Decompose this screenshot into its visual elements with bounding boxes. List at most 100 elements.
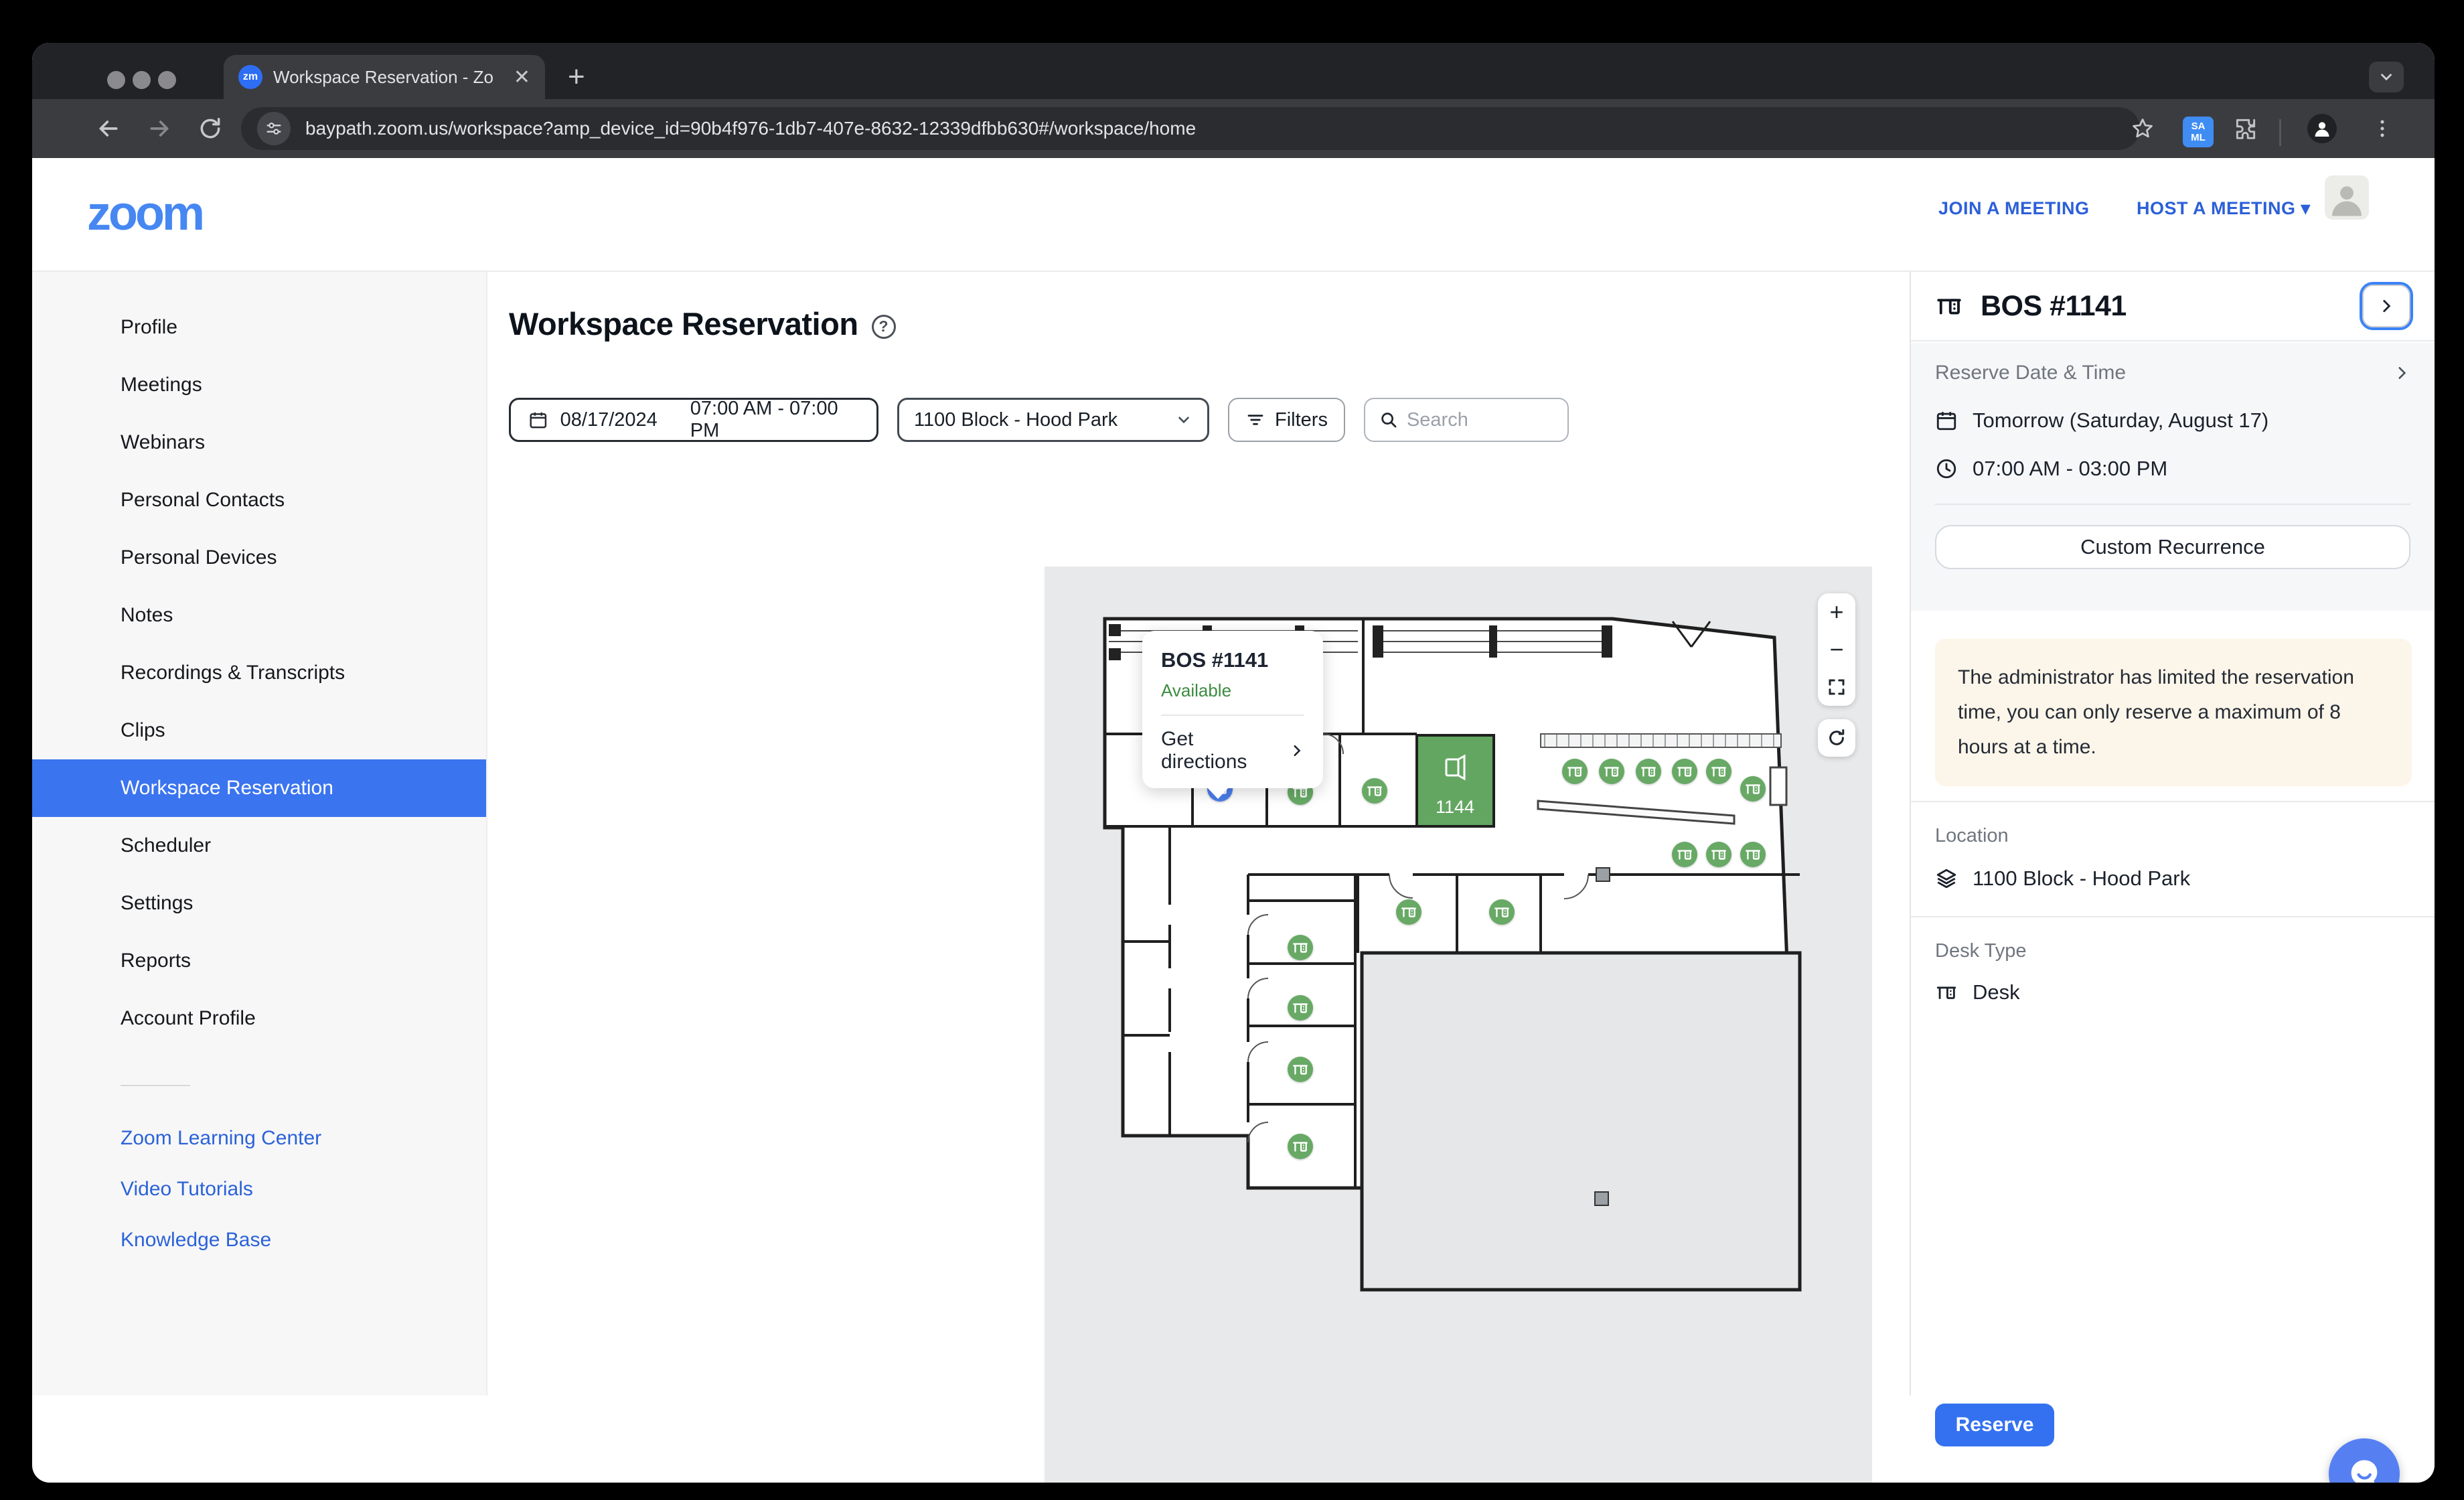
window-minimize-button[interactable] xyxy=(133,71,151,89)
fullscreen-button[interactable] xyxy=(1818,668,1855,706)
desk-marker-available[interactable] xyxy=(1740,842,1766,867)
toolbar-divider xyxy=(2279,119,2281,146)
saml-extension-icon[interactable]: SAML xyxy=(2183,117,2214,147)
tooltip-status: Available xyxy=(1161,680,1304,701)
desk-marker-available[interactable] xyxy=(1706,759,1731,784)
bookmark-star-icon[interactable] xyxy=(2127,112,2159,145)
sidebar-item-personal-contacts[interactable]: Personal Contacts xyxy=(32,471,486,529)
location-dropdown-value: 1100 Block - Hood Park xyxy=(914,409,1118,431)
floor-plan-map[interactable]: 1144 xyxy=(1045,567,1872,1483)
reload-icon[interactable] xyxy=(193,111,228,146)
search-input[interactable] xyxy=(1407,409,1541,431)
sidebar-item-notes[interactable]: Notes xyxy=(32,587,486,644)
sidebar-item-account-profile[interactable]: Account Profile xyxy=(32,990,486,1047)
sidebar-item-meetings[interactable]: Meetings xyxy=(32,356,486,414)
tab-close-icon[interactable]: ✕ xyxy=(514,66,530,89)
sidebar-item-personal-devices[interactable]: Personal Devices xyxy=(32,529,486,587)
url-text: baypath.zoom.us/workspace?amp_device_id=… xyxy=(305,118,1196,139)
zoom-logo[interactable]: zoom xyxy=(87,186,202,241)
reserve-datetime-section: Reserve Date & Time Tomorrow (Saturday, … xyxy=(1911,343,2435,611)
back-icon[interactable] xyxy=(91,111,126,146)
desk-marker-available[interactable] xyxy=(1672,759,1697,784)
browser-profile-avatar[interactable] xyxy=(2307,114,2337,143)
desk-marker-available[interactable] xyxy=(1288,935,1313,960)
desk-marker-available[interactable] xyxy=(1562,759,1588,784)
reservation-date: Tomorrow (Saturday, August 17) xyxy=(1973,408,2268,433)
support-chat-button[interactable] xyxy=(2329,1438,2400,1483)
main-content: Workspace Reservation ? 08/17/2024 07:00… xyxy=(487,272,1910,1396)
account-avatar[interactable] xyxy=(2325,175,2369,220)
host-meeting-link[interactable]: HOST A MEETING ▾ xyxy=(2137,198,2311,219)
clock-icon xyxy=(1935,457,1958,480)
filters-label: Filters xyxy=(1275,409,1328,431)
room-label: 1144 xyxy=(1436,797,1474,817)
desk-marker-available[interactable] xyxy=(1362,778,1387,804)
sidebar-item-settings[interactable]: Settings xyxy=(32,875,486,932)
get-directions-link[interactable]: Get directions xyxy=(1161,728,1304,773)
map-zoom-controls: + − xyxy=(1818,593,1855,706)
zoom-web-page: zoom JOIN A MEETING HOST A MEETING ▾ Pro… xyxy=(32,158,2435,1396)
chevron-right-icon[interactable] xyxy=(2393,364,2410,382)
desk-marker-available[interactable] xyxy=(1396,899,1421,925)
desk-marker-available[interactable] xyxy=(1672,842,1697,867)
reservation-time-row[interactable]: 07:00 AM - 03:00 PM xyxy=(1935,457,2410,481)
desk-marker-available[interactable] xyxy=(1740,776,1766,802)
tab-title: Workspace Reservation - Zoo xyxy=(273,67,494,88)
desk-marker-available[interactable] xyxy=(1636,759,1661,784)
sidebar-item-clips[interactable]: Clips xyxy=(32,702,486,759)
time-range-value: 07:00 AM - 07:00 PM xyxy=(690,398,859,442)
sidebar-divider xyxy=(121,1085,190,1086)
join-meeting-link[interactable]: JOIN A MEETING xyxy=(1938,198,2090,219)
chevron-down-icon xyxy=(1175,411,1192,429)
date-time-picker[interactable]: 08/17/2024 07:00 AM - 07:00 PM xyxy=(509,398,878,442)
zoom-header: zoom JOIN A MEETING HOST A MEETING ▾ xyxy=(32,158,2435,272)
sidebar-item-webinars[interactable]: Webinars xyxy=(32,414,486,471)
new-tab-button[interactable]: + xyxy=(568,60,585,94)
window-zoom-button[interactable] xyxy=(158,71,176,89)
sidebar-link-zoom-learning-center[interactable]: Zoom Learning Center xyxy=(32,1113,486,1164)
tab-strip: zm Workspace Reservation - Zoo ✕ + xyxy=(32,43,2435,99)
desk-icon xyxy=(1935,292,1963,320)
desk-marker-available[interactable] xyxy=(1599,759,1624,784)
sidebar-item-scheduler[interactable]: Scheduler xyxy=(32,817,486,875)
window-close-button[interactable] xyxy=(107,71,125,89)
desk-marker-available[interactable] xyxy=(1489,899,1515,925)
extensions-puzzle-icon[interactable] xyxy=(2230,112,2262,145)
sidebar-nav: ProfileMeetingsWebinarsPersonal Contacts… xyxy=(32,272,487,1396)
panel-collapse-button[interactable] xyxy=(2362,285,2410,327)
desk-marker-available[interactable] xyxy=(1288,1134,1313,1159)
layers-icon xyxy=(1935,867,1958,890)
map-refresh-button[interactable] xyxy=(1818,719,1855,757)
help-icon[interactable]: ? xyxy=(872,315,896,339)
zoom-out-button[interactable]: − xyxy=(1818,631,1855,668)
site-settings-icon[interactable] xyxy=(257,112,291,145)
reservation-date-row[interactable]: Tomorrow (Saturday, August 17) xyxy=(1935,408,2410,433)
reserve-button[interactable]: Reserve xyxy=(1935,1404,2054,1446)
browser-menu-kebab-icon[interactable] xyxy=(2366,112,2398,145)
reserve-datetime-label: Reserve Date & Time xyxy=(1935,362,2126,384)
browser-tab[interactable]: zm Workspace Reservation - Zoo ✕ xyxy=(224,55,545,99)
desk-marker-available[interactable] xyxy=(1288,1057,1313,1082)
sidebar-item-reports[interactable]: Reports xyxy=(32,932,486,990)
location-row: 1100 Block - Hood Park xyxy=(1935,867,2190,891)
search-box[interactable] xyxy=(1364,398,1569,442)
browser-window: zm Workspace Reservation - Zoo ✕ + baypa… xyxy=(32,43,2435,1483)
desk-marker-available[interactable] xyxy=(1288,995,1313,1021)
desk-marker-available[interactable] xyxy=(1706,842,1731,867)
sidebar-item-workspace-reservation[interactable]: Workspace Reservation xyxy=(32,759,486,817)
location-dropdown[interactable]: 1100 Block - Hood Park xyxy=(897,398,1209,442)
zoom-in-button[interactable]: + xyxy=(1818,593,1855,631)
panel-desk-title: BOS #1141 xyxy=(1981,290,2127,323)
url-bar[interactable]: baypath.zoom.us/workspace?amp_device_id=… xyxy=(241,107,2140,150)
sidebar-item-recordings-transcripts[interactable]: Recordings & Transcripts xyxy=(32,644,486,702)
sidebar-link-video-tutorials[interactable]: Video Tutorials xyxy=(32,1164,486,1215)
desk-type-label: Desk Type xyxy=(1935,940,2026,962)
sidebar-link-knowledge-base[interactable]: Knowledge Base xyxy=(32,1215,486,1266)
page-title: Workspace Reservation xyxy=(509,305,858,342)
filters-button[interactable]: Filters xyxy=(1228,398,1345,442)
zoom-favicon: zm xyxy=(238,65,262,89)
sidebar-item-profile[interactable]: Profile xyxy=(32,299,486,356)
custom-recurrence-button[interactable]: Custom Recurrence xyxy=(1935,525,2410,569)
forward-icon[interactable] xyxy=(142,111,177,146)
tab-search-chevron-icon[interactable] xyxy=(2369,62,2404,92)
